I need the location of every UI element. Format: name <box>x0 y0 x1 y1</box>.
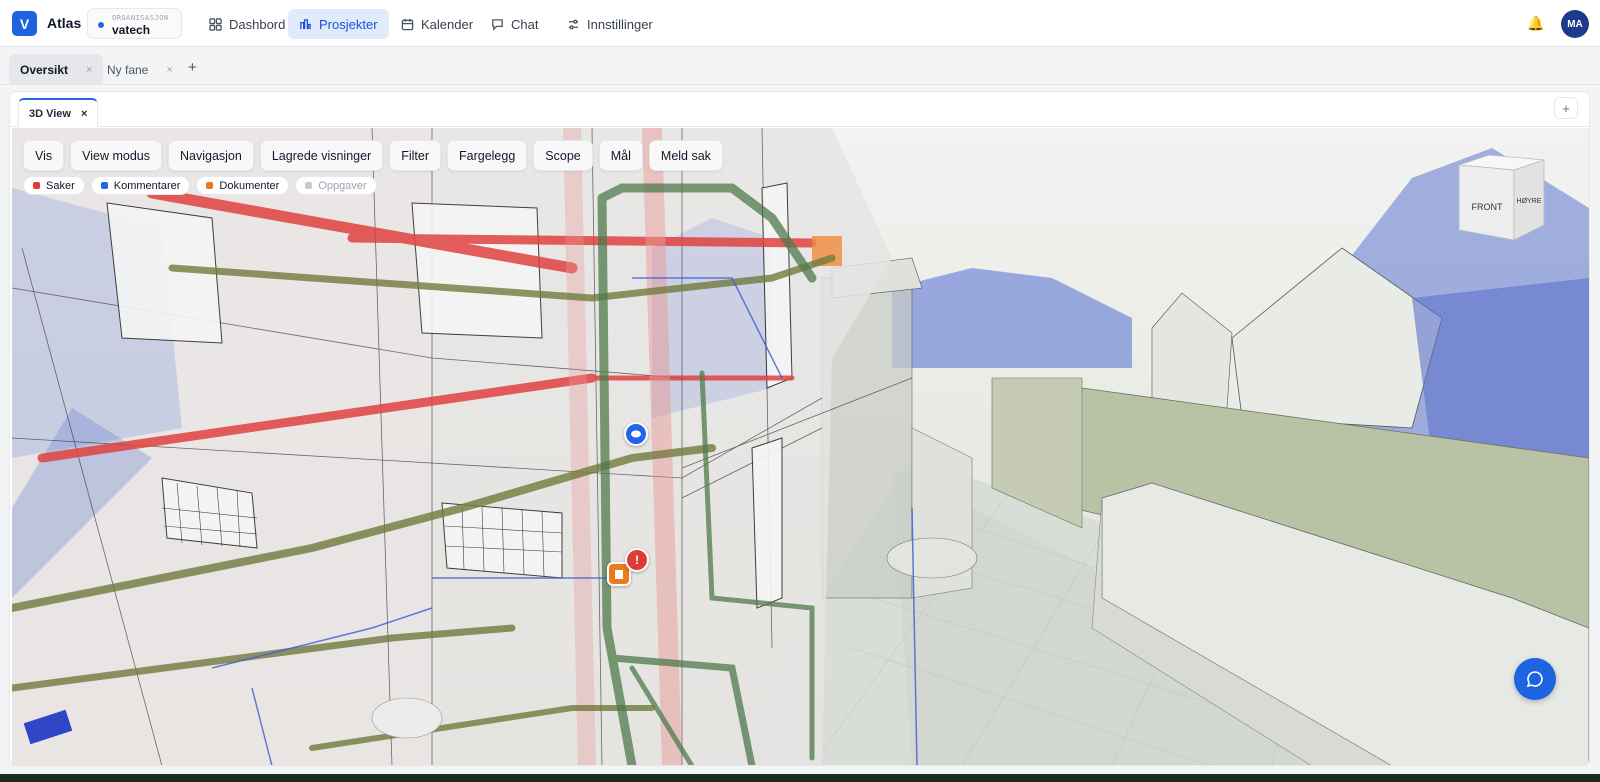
comment-icon <box>631 430 641 438</box>
app-logo[interactable]: V <box>12 11 37 36</box>
chat-bubble-icon <box>1526 671 1543 688</box>
settings-icon <box>568 19 579 29</box>
report-issue-button[interactable]: Meld sak <box>648 140 723 171</box>
colorize-button[interactable]: Fargelegg <box>447 140 528 171</box>
vis-button[interactable]: Vis <box>23 140 65 171</box>
close-icon[interactable]: × <box>81 108 87 120</box>
view-panel: 3D View × + Vis View modus Navigasjon La… <box>9 91 1590 766</box>
task-color-swatch <box>305 182 313 189</box>
tab-3d-view-label: 3D View <box>29 107 71 120</box>
marker-filters: Saker Kommentarer Dokumenter Oppgaver <box>23 176 377 195</box>
tab-ny-fane[interactable]: Ny fane × <box>96 54 184 85</box>
issue-marker[interactable]: ! <box>625 548 649 572</box>
filter-dokumenter[interactable]: Dokumenter <box>196 176 290 195</box>
org-label: ORGANISASJON <box>112 14 169 22</box>
nav-calendar[interactable]: Kalender <box>390 9 484 39</box>
cube-front-label[interactable]: FRONT <box>1472 202 1503 212</box>
chat-icon <box>492 18 503 31</box>
tab-oversikt-label: Oversikt <box>20 62 69 77</box>
filter-kommentarer[interactable]: Kommentarer <box>90 176 191 195</box>
close-icon[interactable]: × <box>166 64 172 76</box>
filter-oppgaver[interactable]: Oppgaver <box>295 176 377 195</box>
nav-chat[interactable]: Chat <box>480 9 549 39</box>
filter-oppgaver-label: Oppgaver <box>318 179 367 192</box>
comment-color-swatch <box>100 182 108 189</box>
org-status-dot <box>98 22 104 28</box>
nav-calendar-label: Kalender <box>421 16 474 32</box>
filter-kommentarer-label: Kommentarer <box>113 179 181 192</box>
add-view-button[interactable]: + <box>1554 97 1578 119</box>
scope-button[interactable]: Scope <box>533 140 593 171</box>
chat-fab-button[interactable] <box>1514 658 1556 700</box>
nav-settings[interactable]: Innstillinger <box>556 9 664 39</box>
document-color-swatch <box>206 182 214 189</box>
issue-color-swatch <box>33 182 40 189</box>
nav-projects[interactable]: Prosjekter <box>288 9 389 39</box>
app-name: Atlas <box>47 15 82 31</box>
viewer-toolbar: Vis View modus Navigasjon Lagrede visnin… <box>23 140 723 171</box>
calendar-icon <box>401 18 414 30</box>
document-icon <box>615 569 623 579</box>
close-icon[interactable]: × <box>86 64 92 76</box>
nav-dashboard-label: Dashbord <box>229 16 286 32</box>
nav-settings-label: Innstillinger <box>587 16 653 32</box>
bottom-strip <box>0 774 1600 782</box>
view-cube[interactable]: FRONT HØYRE <box>1449 155 1549 240</box>
tab-ny-fane-label: Ny fane <box>107 62 149 77</box>
measure-button[interactable]: Mål <box>598 140 643 171</box>
user-avatar[interactable]: MA <box>1561 10 1589 38</box>
filter-saker[interactable]: Saker <box>23 176 85 195</box>
nav-dashboard[interactable]: Dashbord <box>198 9 296 39</box>
nav-projects-label: Prosjekter <box>319 16 378 32</box>
view-mode-button[interactable]: View modus <box>70 140 162 171</box>
add-tab-button[interactable]: + <box>188 59 197 76</box>
3d-viewport[interactable]: Vis View modus Navigasjon Lagrede visnin… <box>12 128 1589 766</box>
3d-model-scene[interactable] <box>12 128 1589 766</box>
saved-views-button[interactable]: Lagrede visninger <box>259 140 384 171</box>
tab-3d-view[interactable]: 3D View × <box>18 98 99 127</box>
dashboard-icon <box>209 17 222 31</box>
filter-saker-label: Saker <box>46 179 75 192</box>
tab-oversikt[interactable]: Oversikt × <box>9 54 104 85</box>
nav-chat-label: Chat <box>511 16 539 32</box>
bell-icon[interactable]: 🔔 <box>1527 15 1544 32</box>
filter-dokumenter-label: Dokumenter <box>219 179 280 192</box>
comment-marker[interactable] <box>624 422 648 446</box>
navigation-button[interactable]: Navigasjon <box>168 140 254 171</box>
workspace-tabs: Oversikt × Ny fane × + <box>0 47 1600 85</box>
org-name: vatech <box>112 23 151 37</box>
filter-button[interactable]: Filter <box>389 140 441 171</box>
panel-header: 3D View × + <box>10 92 1589 127</box>
top-navigation-bar: V Atlas ORGANISASJON vatech Dashbord Pro… <box>0 0 1600 47</box>
cube-right-label[interactable]: HØYRE <box>1517 198 1542 205</box>
projects-icon <box>300 18 311 29</box>
organization-switcher[interactable]: ORGANISASJON vatech <box>87 8 182 39</box>
